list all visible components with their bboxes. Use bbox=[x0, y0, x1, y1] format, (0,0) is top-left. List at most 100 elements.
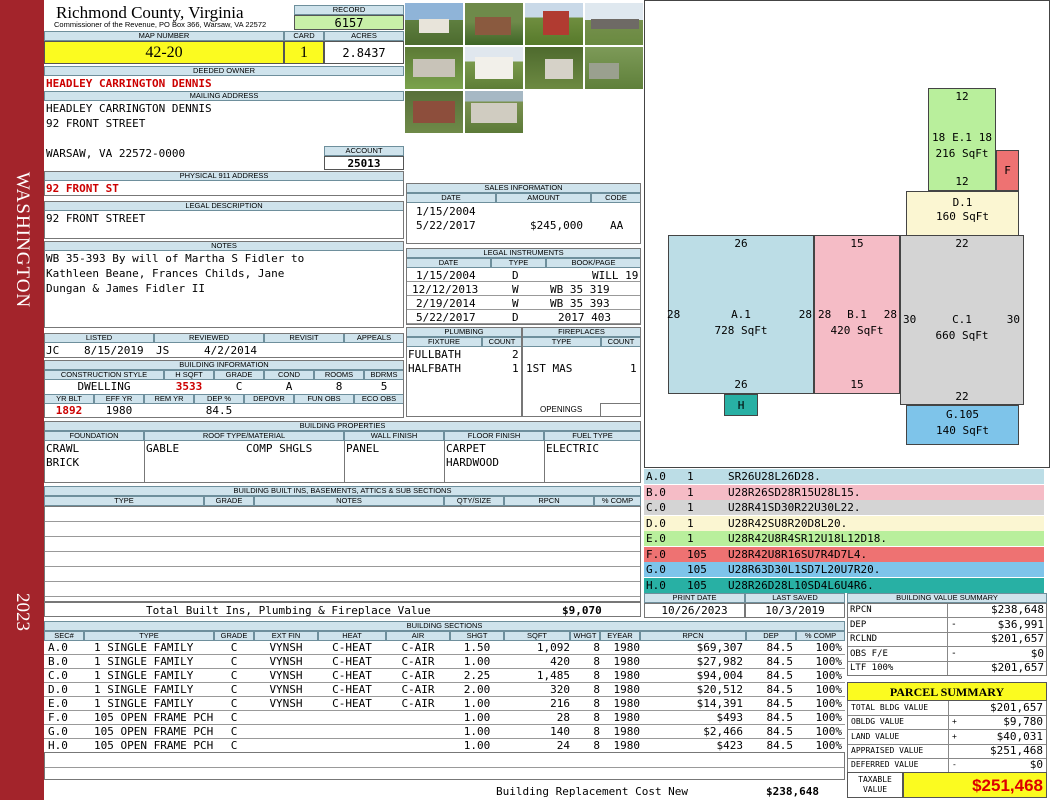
section-cell: 1980 bbox=[613, 641, 641, 654]
section-col-9: EYEAR bbox=[600, 631, 640, 641]
section-cell: 100% bbox=[815, 697, 843, 710]
section-row: H.0 105 OPEN FRAME PCH C 1.00 24 8 1980 $423 84.… bbox=[44, 739, 845, 753]
photo-5 bbox=[405, 47, 463, 89]
section-cell: C bbox=[230, 725, 238, 738]
section-row: D.0 1 SINGLE FAMILY C VYNSH C-HEAT C-AIR 2.00 3… bbox=[44, 683, 845, 697]
map-number-header: MAP NUMBER bbox=[44, 31, 284, 41]
section-cell: 1.00 bbox=[463, 697, 491, 710]
section-cell: C-HEAT bbox=[332, 669, 372, 682]
card-number: 1 bbox=[284, 41, 324, 64]
section-row: E.0 1 SINGLE FAMILY C VYNSH C-HEAT C-AIR 1.00 2… bbox=[44, 697, 845, 711]
legend-row: E.0 1 U28R42U8R4SR12U18L12D18. bbox=[644, 531, 1044, 546]
section-row: G.0 105 OPEN FRAME PCH C 1.00 140 8 1980 $2,466… bbox=[44, 725, 845, 739]
section-cell: C bbox=[230, 697, 238, 710]
section-cell: 1,092 bbox=[536, 641, 570, 654]
parcel-label: TOTAL BLDG VALUE bbox=[851, 703, 929, 712]
sketch-section-e: 12 18 18 E.1 216 SqFt 12 bbox=[928, 88, 996, 191]
record-value: 6157 bbox=[294, 15, 404, 30]
legend-count: 1 bbox=[687, 485, 694, 499]
section-cell: 100% bbox=[815, 683, 843, 696]
section-cell: 1980 bbox=[613, 725, 641, 738]
section-cell: $27,982 bbox=[696, 655, 743, 668]
col-builtin-grade: GRADE bbox=[204, 496, 254, 506]
parcel-row: TOTAL BLDG VALUE $201,657 bbox=[847, 701, 1047, 716]
section-cell: VYNSH bbox=[269, 655, 303, 668]
parcel-label: APPRAISED VALUE bbox=[851, 745, 924, 755]
legend-path: U28R41SD30R22U30L22. bbox=[728, 501, 861, 514]
mailing-line1: HEADLEY CARRINGTON DENNIS bbox=[46, 102, 212, 115]
legend-sec: E.0 bbox=[646, 532, 666, 545]
section-cell: C-HEAT bbox=[332, 641, 372, 654]
parcel-sign: - bbox=[952, 760, 957, 770]
section-cell: 1.00 bbox=[463, 739, 491, 752]
print-date-header: PRINT DATE bbox=[644, 593, 745, 603]
photo-2 bbox=[465, 3, 523, 45]
section-col-4: HEAT bbox=[318, 631, 386, 641]
legend-path: U28R26SD28R15U28L15. bbox=[728, 485, 861, 499]
section-col-10: RPCN bbox=[640, 631, 746, 641]
parcel-label: LAND VALUE bbox=[851, 731, 900, 741]
section-cell: 100% bbox=[815, 655, 843, 668]
legend-count: 105 bbox=[687, 547, 707, 561]
section-row: B.0 1 SINGLE FAMILY C VYNSH C-HEAT C-AIR 1.00 4… bbox=[44, 655, 845, 669]
sections-header: BUILDING SECTIONS bbox=[44, 621, 845, 631]
legend-path: U28R42SU8R20D8L20. bbox=[728, 516, 848, 530]
col-builtin-notes: NOTES bbox=[254, 496, 444, 506]
section-cell: G.0 bbox=[48, 725, 68, 738]
section-cell: 84.5 bbox=[766, 725, 794, 738]
section-cell: C bbox=[230, 655, 238, 668]
parcel-value: $0 bbox=[1029, 758, 1043, 772]
last-saved-header: LAST SAVED bbox=[745, 593, 845, 603]
section-cell: 420 bbox=[550, 655, 570, 668]
section-cell: 84.5 bbox=[766, 655, 794, 668]
section-cell: 100% bbox=[815, 725, 843, 738]
parcel-row: OBLDG VALUE + $9,780 bbox=[847, 715, 1047, 731]
section-cell: C-HEAT bbox=[332, 683, 372, 696]
last-saved: 10/3/2019 bbox=[745, 603, 845, 618]
sketch-section-d: D.1 160 SqFt bbox=[906, 191, 1019, 236]
legend-row: C.0 1 U28R41SD30R22U30L22. bbox=[644, 500, 1044, 515]
parcel-summary-header: PARCEL SUMMARY bbox=[847, 682, 1047, 701]
section-cell: 8 bbox=[593, 669, 600, 682]
sketch-section-g: G.105 140 SqFt bbox=[906, 405, 1019, 445]
section-cell: 100% bbox=[815, 739, 843, 752]
side-year: 2023 bbox=[12, 593, 33, 631]
section-col-1: TYPE bbox=[84, 631, 214, 641]
parcel-label: DEFERRED VALUE bbox=[851, 760, 919, 770]
legend-count: 1 bbox=[687, 501, 694, 514]
section-cell: C-AIR bbox=[401, 683, 435, 696]
section-cell: 84.5 bbox=[766, 641, 794, 654]
section-cell: 1.00 bbox=[463, 725, 491, 738]
sketch-section-c: 22 30 30 C.1 660 SqFt 22 bbox=[900, 235, 1024, 405]
section-cell: F.0 bbox=[48, 711, 68, 724]
account-header: ACCOUNT bbox=[324, 146, 404, 156]
section-cell: C bbox=[230, 711, 238, 724]
legend-row: G.0 105 U28R63D30L1SD7L20U7R20. bbox=[644, 562, 1044, 577]
section-cell: 2.00 bbox=[463, 683, 491, 696]
legend-count: 105 bbox=[687, 563, 707, 576]
section-cell: 8 bbox=[593, 641, 600, 654]
section-cell: 100% bbox=[815, 641, 843, 654]
section-col-12: % COMP bbox=[796, 631, 845, 641]
section-cell: C bbox=[230, 669, 238, 682]
section-col-5: AIR bbox=[386, 631, 450, 641]
legend-path: U28R26D28L10SD4L6U4R6. bbox=[728, 578, 874, 592]
photo-7 bbox=[525, 47, 583, 89]
taxable-label: TAXABLE VALUE bbox=[847, 772, 903, 798]
photo-1 bbox=[405, 3, 463, 45]
section-col-11: DEP bbox=[746, 631, 796, 641]
section-cell: D.0 bbox=[48, 683, 68, 696]
section-cell: 24 bbox=[556, 739, 570, 752]
section-cell: H.0 bbox=[48, 739, 68, 752]
section-col-8: WHGT bbox=[570, 631, 600, 641]
section-cell: 84.5 bbox=[766, 669, 794, 682]
section-cell: 1,485 bbox=[536, 669, 570, 682]
section-col-2: GRADE bbox=[214, 631, 254, 641]
legend-sec: B.0 bbox=[646, 485, 666, 499]
mailing-line3: WARSAW, VA 22572-0000 bbox=[46, 147, 186, 160]
section-cell: $14,391 bbox=[696, 697, 743, 710]
section-cell: C-HEAT bbox=[332, 655, 372, 668]
col-builtin-comp: % COMP bbox=[594, 496, 641, 506]
parcel-label: OBLDG VALUE bbox=[851, 717, 904, 727]
section-cell: B.0 bbox=[48, 655, 68, 668]
